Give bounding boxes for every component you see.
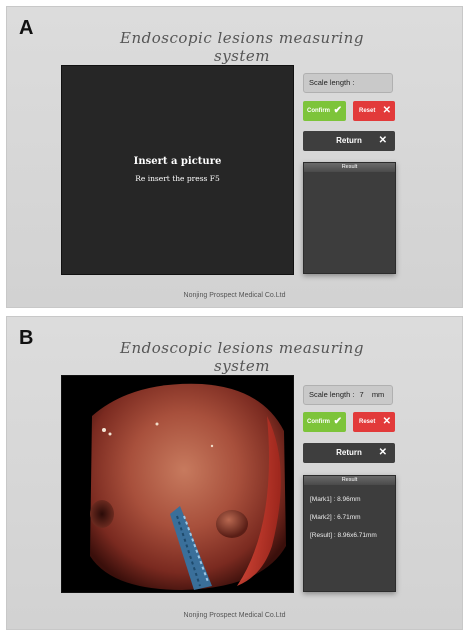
scale-length-label: Scale length : [309, 78, 355, 87]
reset-button[interactable]: Reset ✕ [353, 412, 395, 432]
app-title: Endoscopic lesions measuring system [120, 339, 364, 375]
scale-length-field[interactable]: Scale length : [303, 73, 393, 93]
panel-b: B Endoscopic lesions measuring system Sc… [6, 316, 463, 630]
confirm-label: Confirm [307, 419, 330, 425]
endoscopic-image [62, 376, 293, 592]
close-icon: ✕ [378, 135, 387, 146]
reset-label: Reset [359, 419, 376, 425]
reset-label: Reset [359, 108, 376, 114]
footer-company: Nonjing Prospect Medical Co.Ltd [183, 612, 286, 619]
image-display-area[interactable]: Insert a picture Re insert the press F5 [61, 65, 294, 275]
panel-a: A Endoscopic lesions measuring system In… [6, 6, 463, 308]
result-mark2: [Mark2] : 6.71mm [310, 514, 361, 521]
footer-company: Nonjing Prospect Medical Co.Ltd [183, 292, 286, 299]
result-final: [Result] : 8.96x6.71mm [310, 532, 377, 539]
check-icon: ✔ [333, 105, 342, 116]
confirm-label: Confirm [307, 108, 330, 114]
return-button[interactable]: Return ✕ [303, 443, 395, 463]
scale-length-label: Scale length : [309, 390, 355, 399]
app-title: Endoscopic lesions measuring system [120, 29, 364, 65]
reinsert-hint: Re insert the press F5 [135, 174, 220, 183]
result-panel: Result [Mark1] : 8.96mm [Mark2] : 6.71mm… [303, 475, 396, 592]
result-mark1: [Mark1] : 8.96mm [310, 496, 361, 503]
confirm-button[interactable]: Confirm ✔ [303, 101, 346, 121]
return-button[interactable]: Return ✕ [303, 131, 395, 151]
return-label: Return [336, 136, 362, 145]
result-panel: Result [303, 162, 396, 274]
insert-picture-prompt: Insert a picture [133, 156, 222, 167]
close-icon: ✕ [378, 447, 387, 458]
panel-letter: B [19, 327, 34, 349]
result-title: Result [304, 476, 395, 485]
panel-letter: A [19, 17, 34, 39]
close-icon: ✕ [382, 105, 391, 116]
close-icon: ✕ [382, 416, 391, 427]
confirm-button[interactable]: Confirm ✔ [303, 412, 346, 432]
return-label: Return [336, 448, 362, 457]
scale-length-unit: mm [371, 390, 385, 399]
result-title: Result [304, 163, 395, 172]
reset-button[interactable]: Reset ✕ [353, 101, 395, 121]
check-icon: ✔ [333, 416, 342, 427]
scale-length-field[interactable]: Scale length : 7 mm [303, 385, 393, 405]
image-display-area[interactable] [61, 375, 294, 593]
scale-length-value: 7 [359, 390, 364, 399]
